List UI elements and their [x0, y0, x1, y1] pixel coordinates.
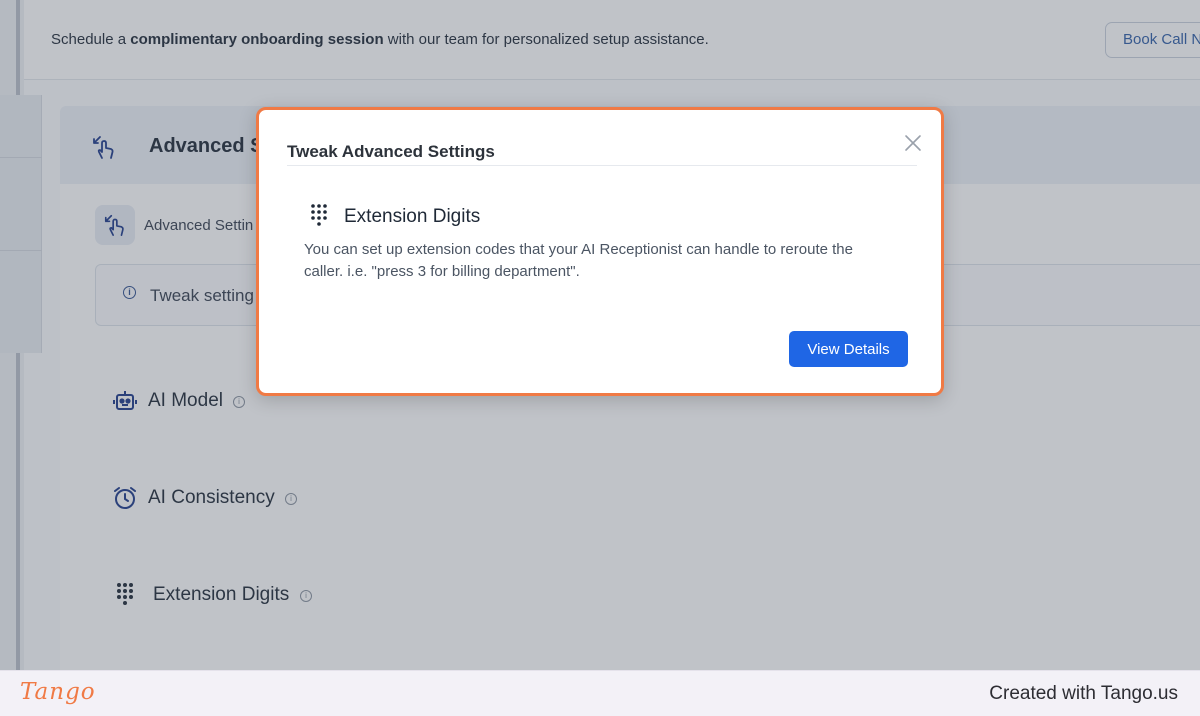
- tango-logo: Tango: [20, 679, 96, 705]
- tango-footer: Tango Created with Tango.us: [0, 670, 1200, 716]
- modal-divider: [287, 165, 917, 166]
- view-details-button[interactable]: View Details: [789, 331, 908, 367]
- advanced-settings-modal: Tweak Advanced Settings Extension Digits…: [256, 107, 944, 396]
- dialpad-icon: [311, 204, 327, 226]
- feature-title: Extension Digits: [344, 206, 481, 227]
- footer-credit: Created with Tango.us: [989, 683, 1178, 704]
- feature-description: You can set up extension codes that your…: [304, 241, 853, 280]
- modal-title: Tweak Advanced Settings: [287, 142, 495, 161]
- close-icon[interactable]: [903, 133, 923, 153]
